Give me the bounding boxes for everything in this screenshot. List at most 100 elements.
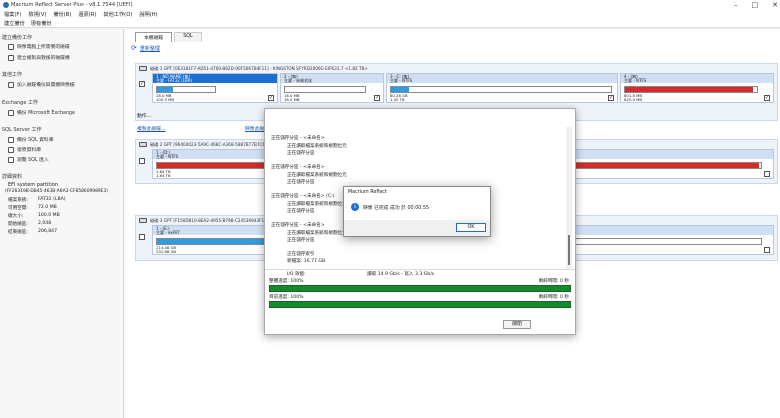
tab-existing-backups[interactable]: 現有備份 bbox=[31, 20, 52, 27]
database-browse-icon bbox=[8, 156, 14, 163]
sidebar-item-label: 加入磁碟備份與開機映像檔 bbox=[17, 83, 75, 88]
menu-view[interactable]: 檢視(V) bbox=[28, 11, 46, 18]
refresh-icon[interactable]: ⟳ bbox=[131, 44, 137, 52]
partition-checkbox[interactable]: ✓ bbox=[608, 95, 614, 101]
window-title: Macrium Reflect Server Plus - v8.1.7544 … bbox=[11, 2, 133, 8]
partition-3[interactable]: 3 - C: (無) 主要 - NTFS 80.26 GB 1.00 TB ✓ bbox=[386, 73, 618, 103]
menu-file[interactable]: 檔案(F) bbox=[4, 11, 21, 18]
completion-message-box: Macrium Reflect i 映像 已完成 成功 於 00:00:55 O… bbox=[343, 186, 491, 237]
usage-fill bbox=[391, 87, 409, 92]
detail-row: 開始磁區: 2,048 bbox=[8, 221, 51, 227]
sidebar-item-clone[interactable]: 建立複製與救援的磁碟機 bbox=[8, 54, 70, 61]
sidebar-item-label: 映像電腦上所需要的磁碟 bbox=[17, 45, 70, 50]
usage-fill bbox=[625, 87, 754, 92]
refresh-row: ⟳ 重新整理 bbox=[131, 44, 160, 52]
sidebar-item-image-disks[interactable]: 映像電腦上所需要的磁碟 bbox=[8, 43, 70, 50]
menu-bar: 檔案(F) 檢視(V) 備份(B) 還原(R) 其他工作(O) 說明(H) bbox=[0, 10, 780, 19]
detail-row: 結束磁區: 206,847 bbox=[8, 229, 57, 235]
disk-2-checkbox[interactable] bbox=[139, 158, 145, 164]
sidebar-item-exchange[interactable]: 備份 Microsoft Exchange bbox=[8, 109, 75, 116]
usage-numbers: 1.64 TB 1.64 TB bbox=[156, 170, 171, 178]
ok-button[interactable]: OK bbox=[456, 223, 486, 232]
detail-key: 總大小: bbox=[8, 214, 24, 219]
clone-disk-link[interactable]: 複製此磁碟... bbox=[137, 125, 166, 132]
log-scrollbar[interactable] bbox=[566, 127, 572, 269]
sidebar-item-rescue[interactable]: 加入磁碟備份與開機映像檔 bbox=[8, 81, 75, 88]
partition-1[interactable]: 1 - NO NAME (無) 主要 - FAT32 (LBA) 28.0 MB 1… bbox=[152, 73, 278, 103]
clone-icon bbox=[8, 54, 14, 61]
overall-progress-bar bbox=[269, 285, 571, 292]
usage-numbers: 80.26 GB 1.00 TB bbox=[390, 94, 408, 102]
usage-fill bbox=[157, 87, 174, 92]
app-icon bbox=[3, 2, 9, 8]
sidebar-item-sql-restore[interactable]: 復原資料庫 bbox=[8, 146, 41, 153]
maximize-icon[interactable]: □ bbox=[752, 1, 759, 9]
menu-help[interactable]: 說明(H) bbox=[139, 11, 157, 18]
sidebar-section-exchange: Exchange 工作 bbox=[2, 100, 39, 106]
usage-bar bbox=[156, 86, 216, 93]
partition-2[interactable]: 2 - (無) 主要 - 未格式化 16.0 MB 16.0 MB ✓ bbox=[280, 73, 384, 103]
info-icon: i bbox=[351, 203, 359, 211]
detail-key: 可用空間: bbox=[8, 206, 28, 211]
partition-checkbox[interactable]: ✓ bbox=[374, 95, 380, 101]
partition-checkbox[interactable] bbox=[764, 247, 770, 253]
total-size: 1.00 TB bbox=[390, 97, 405, 102]
detail-key: 結束磁區: bbox=[8, 230, 28, 235]
sidebar-item-sql-backup[interactable]: 備份 SQL 資料庫 bbox=[8, 136, 54, 143]
detail-value: 100.0 MB bbox=[38, 213, 60, 218]
hard-disk-icon bbox=[139, 218, 147, 223]
sidebar-item-label: 復原資料庫 bbox=[17, 148, 41, 153]
sidebar-item-label: 備份 SQL 資料庫 bbox=[17, 138, 54, 143]
menu-backup[interactable]: 備份(B) bbox=[53, 11, 71, 18]
message-box-title: Macrium Reflect bbox=[348, 190, 387, 195]
refresh-link[interactable]: 重新整理 bbox=[140, 45, 160, 52]
actions-dropdown[interactable]: 動作... bbox=[137, 112, 151, 119]
partition-guid: (FF26319B-DB45-463B-A6A3-CF858609989E3) bbox=[5, 189, 108, 194]
partition-checkbox[interactable]: ✓ bbox=[764, 95, 770, 101]
disk-1-checkbox[interactable]: ✓ bbox=[139, 81, 145, 87]
partition-checkbox[interactable]: ✓ bbox=[268, 95, 274, 101]
tab-create-backup[interactable]: 建立備份 bbox=[4, 20, 25, 27]
partition-type: 主要 - NTFS bbox=[390, 77, 413, 83]
overall-remaining: 剩餘時間: 0 秒 bbox=[538, 279, 569, 284]
operation-log: 正在儲存分區 - <未命名> 正在讀取檔案系統和規劃位元 正在儲存分區 正在儲存… bbox=[267, 127, 565, 371]
sidebar-item-label: 備份 Microsoft Exchange bbox=[17, 111, 75, 116]
sidebar-item-label: 建立複製與救援的磁碟機 bbox=[17, 56, 70, 61]
minimize-icon[interactable]: – bbox=[734, 1, 738, 9]
current-remaining: 剩餘時間: 0 秒 bbox=[538, 295, 569, 300]
partition-4[interactable]: 4 - (無) 主要 - NTFS 801.8 MB 825.0 MB ✓ bbox=[620, 73, 774, 103]
usage-numbers: 16.0 MB 16.0 MB bbox=[284, 94, 300, 102]
sidebar-item-sql-browse[interactable]: 瀏覽 SQL 匯入 bbox=[8, 156, 49, 163]
log-line: 正在儲存分區 - <未命名> (C:) bbox=[271, 194, 335, 199]
detail-key: 檔案系統: bbox=[8, 198, 28, 203]
partition-checkbox[interactable] bbox=[764, 171, 770, 177]
disk-2-header: 磁碟 2 GPT [96404023-5A9C-468C-A368-5887B7… bbox=[150, 142, 282, 147]
usage-bar bbox=[624, 86, 758, 93]
menu-restore[interactable]: 還原(R) bbox=[78, 11, 96, 18]
sidebar-section-backup: 建立備份工作 bbox=[2, 35, 33, 41]
window-controls: – □ ✕ bbox=[734, 1, 778, 9]
close-button[interactable]: 關閉 bbox=[503, 320, 531, 329]
scrollbar-thumb[interactable] bbox=[568, 235, 570, 265]
log-line: 正在讀取檔案系統和規劃位元 bbox=[287, 231, 347, 236]
usage-numbers: 214.48 GB 232.88 GB bbox=[156, 246, 176, 254]
sidebar-section-sql: SQL Server 工作 bbox=[2, 127, 42, 133]
disk-3-checkbox[interactable] bbox=[139, 234, 145, 240]
log-line: 正在儲存索引 bbox=[287, 252, 315, 257]
title-bar: Macrium Reflect Server Plus - v8.1.7544 … bbox=[0, 0, 780, 10]
log-line: 正在讀取檔案系統和規劃位元 bbox=[287, 173, 347, 178]
sidebar-section-other: 其他工作 bbox=[2, 72, 23, 78]
total-size: 232.88 GB bbox=[156, 249, 177, 254]
database-icon bbox=[8, 136, 14, 143]
menu-other-tasks[interactable]: 其他工作(O) bbox=[103, 11, 132, 18]
hard-disk-icon bbox=[139, 142, 147, 147]
log-line: 新檔案: 16.77 GB bbox=[287, 259, 326, 264]
sidebar-section-details: 詳細資料 bbox=[2, 174, 23, 180]
partition-type: 主要 - NTFS bbox=[624, 77, 647, 83]
tab-sql[interactable]: SQL bbox=[174, 32, 202, 42]
close-icon[interactable]: ✕ bbox=[772, 1, 778, 9]
tab-local-disks[interactable]: 本機磁碟 bbox=[135, 32, 173, 42]
detail-key: 開始磁區: bbox=[8, 222, 28, 227]
log-line: 正在儲存分區 - <未命名> bbox=[271, 165, 325, 170]
log-line: 正在儲存分區 - <未命名> bbox=[271, 136, 325, 141]
